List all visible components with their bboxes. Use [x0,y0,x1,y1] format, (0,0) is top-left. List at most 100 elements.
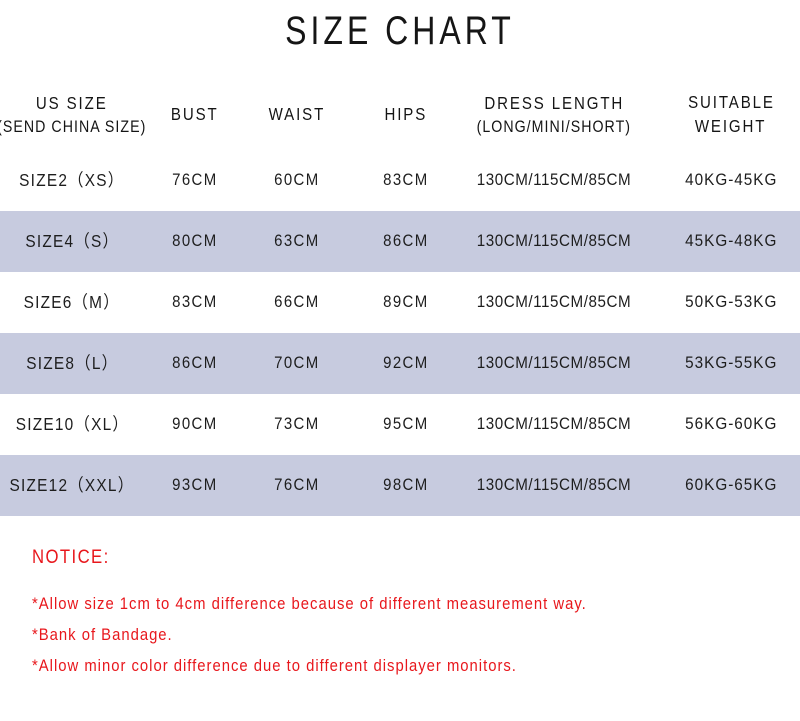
size-table: US SIZE (SEND CHINA SIZE) BUST WAIST HIP… [0,80,800,516]
cell-dress-length-text: 130CM/115CM/85CM [476,475,632,494]
cell-waist: 63CM [252,211,342,272]
cell-waist-text: 76CM [274,475,320,495]
cell-size-text: SIZE12（XXL） [9,475,135,495]
table-row: SIZE12（XXL） 93CM 76CM 98CM 130CM/115CM/8… [0,455,800,516]
cell-hips-text: 86CM [383,231,429,251]
cell-weight: 53KG-55KG [664,333,798,394]
cell-hips: 92CM [361,333,451,394]
table-row: SIZE10（XL） 90CM 73CM 95CM 130CM/115CM/85… [0,394,800,455]
cell-bust: 90CM [150,394,240,455]
cell-size-text: SIZE4（S） [25,231,119,251]
cell-hips: 95CM [361,394,451,455]
cell-bust-text: 86CM [172,353,218,373]
column-header-suitable-weight: SUITABLE WEIGHT [664,80,798,150]
cell-size-text: SIZE2（XS） [19,170,125,190]
cell-weight-text: 56KG-60KG [684,414,778,434]
column-header-bust: BUST [150,80,240,150]
cell-dress-length: 130CM/115CM/85CM [454,150,654,211]
column-header-suitable-weight-line1: SUITABLE [687,92,775,113]
cell-weight: 50KG-53KG [664,272,798,333]
cell-bust: 80CM [150,211,240,272]
notice-block: NOTICE: *Allow size 1cm to 4cm differenc… [32,547,792,688]
cell-waist-text: 63CM [274,231,320,251]
column-header-bust-label: BUST [171,104,219,125]
column-header-dress-length-line1: DRESS LENGTH [484,93,624,114]
cell-dress-length-text: 130CM/115CM/85CM [476,170,632,189]
cell-weight: 60KG-65KG [664,455,798,516]
table-header-row: US SIZE (SEND CHINA SIZE) BUST WAIST HIP… [0,80,800,150]
cell-dress-length-text: 130CM/115CM/85CM [476,353,632,372]
table-row: SIZE6（M） 83CM 66CM 89CM 130CM/115CM/85CM… [0,272,800,333]
cell-dress-length: 130CM/115CM/85CM [454,394,654,455]
cell-dress-length-text: 130CM/115CM/85CM [476,292,632,311]
cell-weight: 45KG-48KG [664,211,798,272]
size-chart: SIZE CHART US SIZE (SEND CHINA SIZE) BUS… [0,0,800,721]
cell-bust: 76CM [150,150,240,211]
column-header-us-size-line2: (SEND CHINA SIZE) [0,117,147,136]
cell-hips-text: 83CM [383,170,429,190]
cell-bust-text: 76CM [172,170,218,190]
cell-waist: 73CM [252,394,342,455]
cell-weight-text: 45KG-48KG [684,231,778,251]
column-header-us-size-line1: US SIZE [36,93,108,114]
cell-weight-text: 40KG-45KG [684,170,778,190]
column-header-dress-length-line2: (LONG/MINI/SHORT) [476,117,632,136]
cell-waist: 60CM [252,150,342,211]
cell-hips: 86CM [361,211,451,272]
cell-size: SIZE12（XXL） [0,455,158,516]
cell-size: SIZE10（XL） [0,394,158,455]
cell-hips-text: 92CM [383,353,429,373]
cell-weight: 56KG-60KG [664,394,798,455]
cell-dress-length-text: 130CM/115CM/85CM [476,231,632,250]
page-title: SIZE CHART [285,9,515,53]
cell-size: SIZE4（S） [0,211,158,272]
cell-dress-length: 130CM/115CM/85CM [454,211,654,272]
cell-bust-text: 90CM [172,414,218,434]
cell-size: SIZE6（M） [0,272,158,333]
cell-weight: 40KG-45KG [664,150,798,211]
cell-waist-text: 60CM [274,170,320,190]
cell-dress-length: 130CM/115CM/85CM [454,455,654,516]
cell-bust: 93CM [150,455,240,516]
notice-line-1: *Allow size 1cm to 4cm difference becaus… [32,594,587,613]
cell-hips: 98CM [361,455,451,516]
column-header-hips: HIPS [361,80,451,150]
cell-hips: 89CM [361,272,451,333]
cell-bust: 86CM [150,333,240,394]
column-header-waist: WAIST [252,80,342,150]
table-row: SIZE4（S） 80CM 63CM 86CM 130CM/115CM/85CM… [0,211,800,272]
cell-waist-text: 70CM [274,353,320,373]
column-header-dress-length: DRESS LENGTH (LONG/MINI/SHORT) [454,80,654,150]
cell-bust-text: 80CM [172,231,218,251]
cell-weight-text: 53KG-55KG [684,353,778,373]
cell-bust: 83CM [150,272,240,333]
cell-dress-length: 130CM/115CM/85CM [454,333,654,394]
cell-waist: 70CM [252,333,342,394]
cell-size-text: SIZE8（L） [25,353,119,373]
cell-hips-text: 98CM [383,475,429,495]
cell-hips-text: 89CM [383,292,429,312]
column-header-waist-label: WAIST [268,104,326,125]
notice-line-3: *Allow minor color difference due to dif… [32,657,517,676]
cell-weight-text: 50KG-53KG [684,292,778,312]
cell-waist: 76CM [252,455,342,516]
cell-hips-text: 95CM [383,414,429,434]
cell-size-text: SIZE6（M） [23,292,121,312]
notice-heading: NOTICE: [32,547,110,568]
cell-bust-text: 93CM [172,475,218,495]
cell-dress-length-text: 130CM/115CM/85CM [476,414,632,433]
cell-waist-text: 73CM [274,414,320,434]
column-header-suitable-weight-line2: WEIGHT [695,116,767,136]
cell-size: SIZE2（XS） [0,150,158,211]
cell-size-text: SIZE10（XL） [15,414,129,434]
table-row: SIZE2（XS） 76CM 60CM 83CM 130CM/115CM/85C… [0,150,800,211]
cell-weight-text: 60KG-65KG [684,475,778,495]
notice-line-2: *Bank of Bandage. [32,626,173,645]
cell-hips: 83CM [361,150,451,211]
cell-size: SIZE8（L） [0,333,158,394]
column-header-us-size: US SIZE (SEND CHINA SIZE) [0,80,158,150]
cell-waist-text: 66CM [274,292,320,312]
cell-bust-text: 83CM [172,292,218,312]
column-header-hips-label: HIPS [384,104,428,125]
cell-waist: 66CM [252,272,342,333]
